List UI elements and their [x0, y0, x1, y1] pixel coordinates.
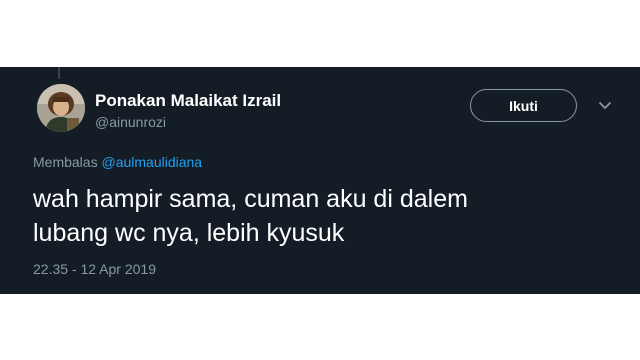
chevron-down-icon[interactable]	[597, 97, 613, 113]
thread-connector-line	[58, 67, 60, 79]
reply-context: Membalas @aulmaulidiana	[33, 154, 202, 170]
tweet-timestamp[interactable]: 22.35 - 12 Apr 2019	[33, 261, 156, 277]
author-handle[interactable]: @ainunrozi	[95, 114, 166, 130]
tweet-text: wah hampir sama, cuman aku di dalem luba…	[33, 182, 593, 250]
reply-prefix: Membalas	[33, 154, 98, 170]
tweet-text-line: wah hampir sama, cuman aku di dalem	[33, 185, 468, 213]
profile-photo-icon	[37, 84, 85, 132]
author-display-name[interactable]: Ponakan Malaikat Izrail	[95, 91, 281, 111]
reply-mention-link[interactable]: @aulmaulidiana	[101, 154, 202, 170]
tweet-card: Ponakan Malaikat Izrail @ainunrozi Ikuti…	[0, 67, 640, 294]
tweet-text-line: lubang wc nya, lebih kyusuk	[33, 219, 345, 247]
avatar[interactable]	[37, 84, 85, 132]
follow-button[interactable]: Ikuti	[470, 89, 577, 122]
